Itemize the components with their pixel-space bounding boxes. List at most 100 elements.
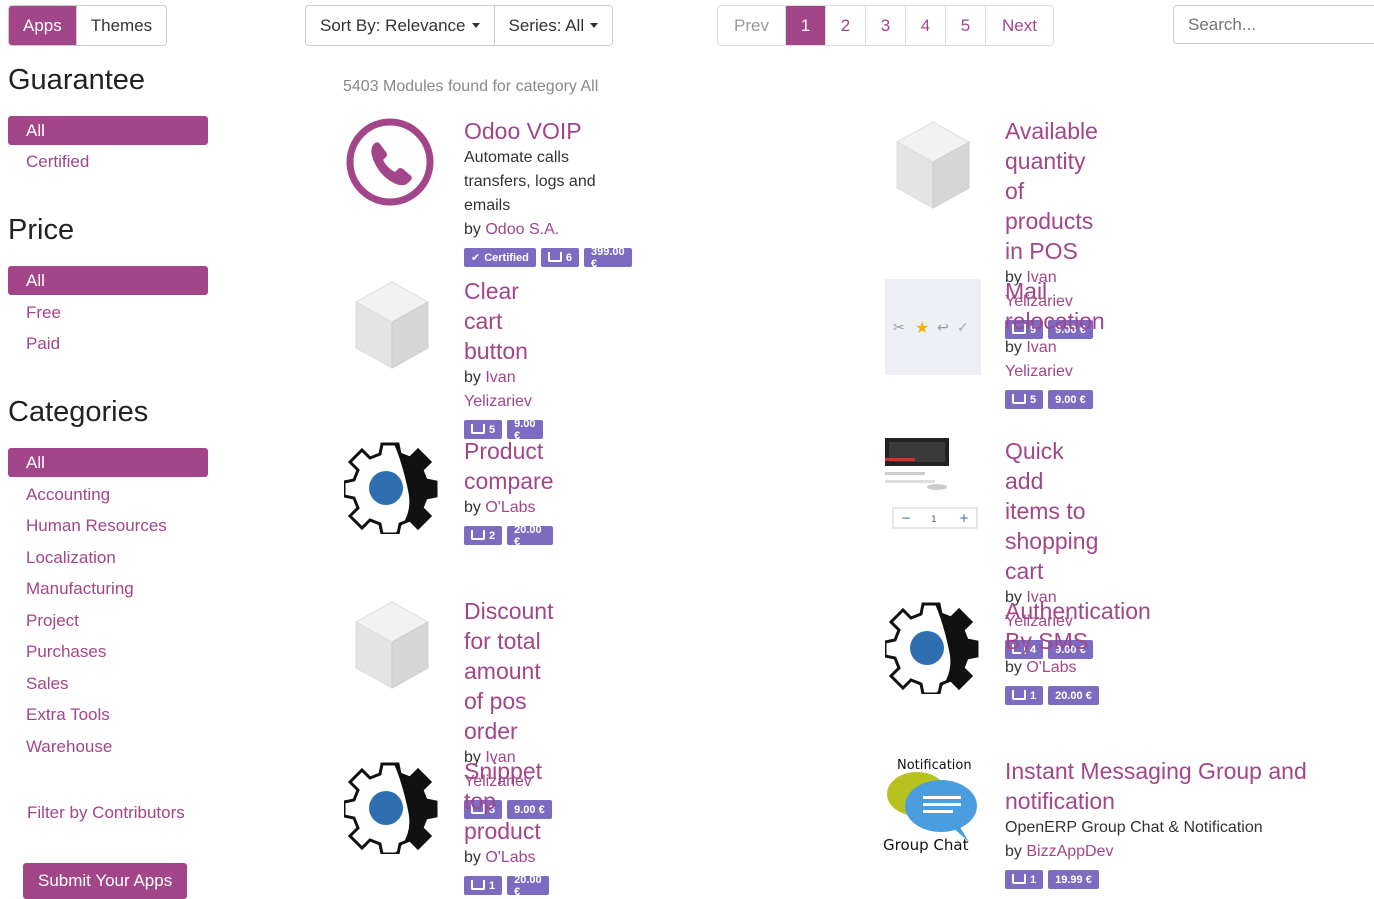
price-free[interactable]: Free bbox=[26, 303, 61, 323]
price-badge: 20.00 € bbox=[507, 524, 554, 548]
by-label: by bbox=[464, 499, 481, 516]
results-count: 5403 Modules found for category All bbox=[343, 78, 599, 95]
category-localization[interactable]: Localization bbox=[26, 548, 116, 568]
sort-dropdown[interactable]: Sort By: Relevance bbox=[306, 6, 495, 45]
by-label: by bbox=[464, 221, 481, 238]
price-badge: 399.00 € bbox=[583, 246, 632, 270]
cart-icon bbox=[471, 879, 485, 890]
submit-apps-button[interactable]: Submit Your Apps bbox=[23, 863, 188, 899]
tab-themes[interactable]: Themes bbox=[76, 6, 167, 45]
module-author[interactable]: Odoo S.A. bbox=[485, 221, 559, 238]
svg-text:★: ★ bbox=[915, 318, 929, 337]
downloads-badge: 2 bbox=[464, 526, 503, 545]
downloads-badge: 1 bbox=[1005, 686, 1044, 705]
module-badges: 1 20.00 € bbox=[1005, 686, 1151, 705]
cart-icon bbox=[1012, 393, 1026, 404]
category-all[interactable]: All bbox=[8, 448, 208, 477]
categories-heading: Categories bbox=[8, 396, 149, 428]
pager-next[interactable]: Next bbox=[986, 6, 1053, 45]
category-purchases[interactable]: Purchases bbox=[26, 642, 106, 662]
price-all[interactable]: All bbox=[8, 266, 208, 295]
module-title[interactable]: Quick add items to shopping cart bbox=[1005, 436, 1098, 586]
category-accounting[interactable]: Accounting bbox=[26, 485, 110, 505]
caret-down-icon bbox=[590, 23, 599, 28]
sort-label: Sort By: Relevance bbox=[320, 15, 466, 35]
filter-by-contributors-link[interactable]: Filter by Contributors bbox=[27, 803, 185, 823]
cart-icon bbox=[1012, 873, 1026, 884]
module-title[interactable]: Clear cart button bbox=[464, 276, 543, 366]
price-badge: 19.99 € bbox=[1048, 870, 1099, 889]
price-badge: 9.00 € bbox=[1048, 390, 1093, 409]
tab-apps[interactable]: Apps bbox=[9, 6, 77, 45]
module-title[interactable]: Instant Messaging Group and notification bbox=[1005, 756, 1374, 816]
pager-page-5[interactable]: 5 bbox=[946, 6, 986, 45]
by-label: by bbox=[464, 369, 481, 386]
module-title[interactable]: Authentication By SMS bbox=[1005, 596, 1151, 656]
module-author[interactable]: O'Labs bbox=[485, 849, 535, 866]
module-author[interactable]: BizzAppDev bbox=[1026, 843, 1113, 860]
module-author[interactable]: O'Labs bbox=[1026, 659, 1076, 676]
icon-label-top: Notification bbox=[897, 758, 972, 773]
series-label: Series: All bbox=[508, 15, 585, 35]
pager-page-2[interactable]: 2 bbox=[826, 6, 866, 45]
pager-page-3[interactable]: 3 bbox=[866, 6, 906, 45]
cart-icon bbox=[471, 529, 485, 540]
series-dropdown[interactable]: Series: All bbox=[494, 6, 613, 45]
apps-themes-toggle: Apps Themes bbox=[8, 5, 168, 46]
price-badge: 20.00 € bbox=[1048, 686, 1099, 705]
certified-badge: ✔ Certified bbox=[464, 248, 536, 267]
price-badge: 20.00 € bbox=[507, 874, 549, 898]
by-label: by bbox=[1005, 659, 1022, 676]
module-badges: 1 20.00 € bbox=[464, 874, 549, 898]
guarantee-heading: Guarantee bbox=[8, 64, 146, 96]
mail-icons-thumbnail: ✂ ★ ↩ ✓ bbox=[885, 279, 981, 375]
pager-page-1[interactable]: 1 bbox=[786, 6, 826, 45]
module-title[interactable]: Mail relocation bbox=[1005, 276, 1105, 336]
phone-icon bbox=[344, 116, 442, 214]
svg-text:1: 1 bbox=[931, 515, 937, 525]
svg-text:↩: ↩ bbox=[937, 320, 949, 336]
check-icon: ✔ bbox=[471, 252, 481, 264]
guarantee-certified[interactable]: Certified bbox=[26, 152, 89, 172]
cart-screenshot-thumbnail: − 1 + bbox=[885, 436, 983, 534]
module-title[interactable]: Discount for total amount of pos order bbox=[464, 596, 553, 746]
download-count: 6 bbox=[565, 251, 572, 264]
cube-icon bbox=[344, 276, 442, 374]
module-title[interactable]: Odoo VOIP bbox=[464, 116, 632, 146]
category-manufacturing[interactable]: Manufacturing bbox=[26, 579, 134, 599]
category-human-resources[interactable]: Human Resources bbox=[26, 516, 167, 536]
downloads-badge: 1 bbox=[1005, 870, 1044, 889]
module-author-line: by Ivan Yelizariev bbox=[1005, 336, 1105, 384]
module-author[interactable]: O'Labs bbox=[485, 499, 535, 516]
category-extra-tools[interactable]: Extra Tools bbox=[26, 705, 110, 725]
caret-down-icon bbox=[471, 23, 480, 28]
price-paid[interactable]: Paid bbox=[26, 334, 60, 354]
pager-prev[interactable]: Prev bbox=[718, 6, 786, 45]
svg-text:✓: ✓ bbox=[957, 320, 969, 336]
module-title[interactable]: Available quantity of products in POS bbox=[1005, 116, 1098, 266]
download-count: 5 bbox=[489, 423, 496, 436]
download-count: 2 bbox=[489, 529, 496, 542]
by-label: by bbox=[1005, 843, 1022, 860]
download-count: 1 bbox=[1030, 689, 1037, 702]
search-input[interactable] bbox=[1173, 5, 1374, 44]
module-author-line: by O'Labs bbox=[1005, 656, 1151, 680]
category-sales[interactable]: Sales bbox=[26, 674, 69, 694]
module-title[interactable]: Product compare bbox=[464, 436, 553, 496]
module-title[interactable]: Snippet top product bbox=[464, 756, 549, 846]
cart-icon bbox=[471, 423, 485, 434]
svg-text:✂: ✂ bbox=[893, 320, 905, 336]
module-author-line: by Odoo S.A. bbox=[464, 218, 632, 242]
download-count: 1 bbox=[489, 879, 496, 892]
module-badges: 5 9.00 € bbox=[1005, 390, 1105, 409]
module-description: Automate calls transfers, logs and email… bbox=[464, 149, 596, 214]
pager-page-4[interactable]: 4 bbox=[906, 6, 946, 45]
category-warehouse[interactable]: Warehouse bbox=[26, 737, 112, 757]
svg-text:+: + bbox=[959, 511, 969, 525]
price-heading: Price bbox=[8, 214, 75, 246]
category-project[interactable]: Project bbox=[26, 611, 79, 631]
downloads-badge: 1 bbox=[464, 876, 503, 895]
cube-icon bbox=[885, 116, 983, 214]
chat-bubbles-icon: Notification Group Chat bbox=[883, 756, 983, 854]
guarantee-all[interactable]: All bbox=[8, 116, 208, 145]
